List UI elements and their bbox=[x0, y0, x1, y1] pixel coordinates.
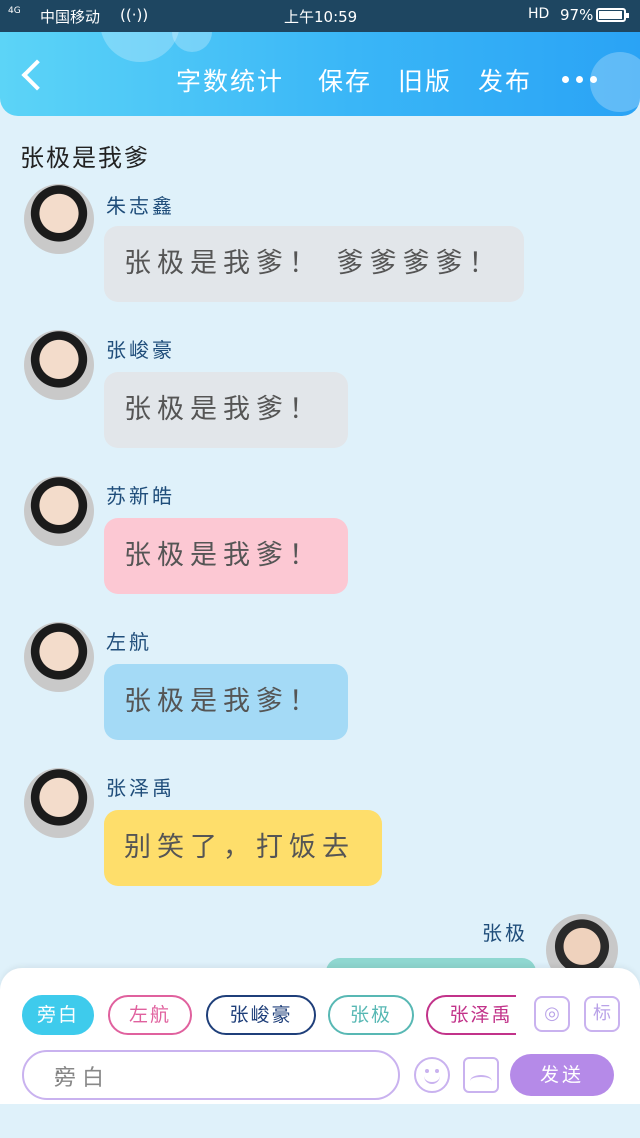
word-count-button[interactable]: 字数统计 bbox=[176, 62, 284, 98]
send-button[interactable]: 发送 bbox=[510, 1054, 614, 1096]
back-icon[interactable] bbox=[21, 59, 53, 91]
top-bar: 字数统计 保存 旧版 发布 bbox=[0, 32, 640, 116]
signal-icon: 4G bbox=[8, 6, 21, 16]
old-version-button[interactable]: 旧版 bbox=[398, 62, 452, 98]
role-selector: 旁白 左航 张峻豪 张极 张泽禹 bbox=[0, 995, 516, 1037]
role-chip-zhangzeyu[interactable]: 张泽禹 bbox=[426, 995, 516, 1035]
character-icon[interactable]: ◎ bbox=[534, 996, 570, 1032]
avatar[interactable] bbox=[24, 768, 94, 838]
wifi-icon: ((·)) bbox=[120, 6, 149, 24]
decoration-bubble bbox=[172, 32, 212, 52]
image-icon[interactable] bbox=[463, 1057, 499, 1093]
emoji-icon[interactable] bbox=[414, 1057, 450, 1093]
clock: 上午10:59 bbox=[284, 8, 358, 26]
message-bubble[interactable]: 张极是我爹！ bbox=[104, 664, 348, 740]
hd-call-icon: HD bbox=[528, 6, 550, 22]
message-bubble[interactable]: 别笑了，打饭去 bbox=[104, 810, 382, 886]
bottom-strip bbox=[0, 1104, 640, 1138]
sender-name: 张泽禹 bbox=[106, 776, 175, 800]
publish-button[interactable]: 发布 bbox=[478, 62, 532, 98]
avatar[interactable] bbox=[24, 330, 94, 400]
chat-title: 张极是我爹 bbox=[20, 144, 150, 172]
sender-name: 苏新皓 bbox=[106, 484, 175, 508]
sender-name: 左航 bbox=[106, 630, 152, 654]
carrier-label: 中国移动 bbox=[40, 8, 101, 26]
sender-name: 朱志鑫 bbox=[106, 194, 175, 218]
avatar[interactable] bbox=[24, 622, 94, 692]
avatar[interactable] bbox=[24, 184, 94, 254]
battery-icon bbox=[596, 8, 629, 22]
role-chip-zhangjunhao[interactable]: 张峻豪 bbox=[206, 995, 316, 1035]
role-chip-zhangji[interactable]: 张极 bbox=[328, 995, 414, 1035]
avatar[interactable] bbox=[24, 476, 94, 546]
more-icon[interactable] bbox=[560, 76, 600, 84]
message-bubble[interactable]: 张极是我爹！ 爹爹爹爹！ bbox=[104, 226, 524, 302]
tag-button[interactable]: 标 bbox=[584, 996, 620, 1032]
input-role-prefix: 旁白 bbox=[54, 1066, 111, 1091]
battery-level bbox=[599, 11, 623, 19]
status-bar: 4G 中国移动 ((·)) 上午10:59 HD 97% bbox=[0, 0, 640, 32]
role-chip-narrator[interactable]: 旁白 bbox=[22, 995, 94, 1035]
message-bubble[interactable]: 张极是我爹！ bbox=[104, 518, 348, 594]
decoration-bubble bbox=[100, 32, 180, 62]
save-button[interactable]: 保存 bbox=[318, 62, 372, 98]
message-bubble[interactable]: 张极是我爹！ bbox=[104, 372, 348, 448]
role-chip-zuohang[interactable]: 左航 bbox=[108, 995, 192, 1035]
sender-name: 张峻豪 bbox=[106, 338, 175, 362]
battery-percent: 97% bbox=[560, 6, 594, 24]
self-sender-name: 张极 bbox=[482, 921, 528, 945]
